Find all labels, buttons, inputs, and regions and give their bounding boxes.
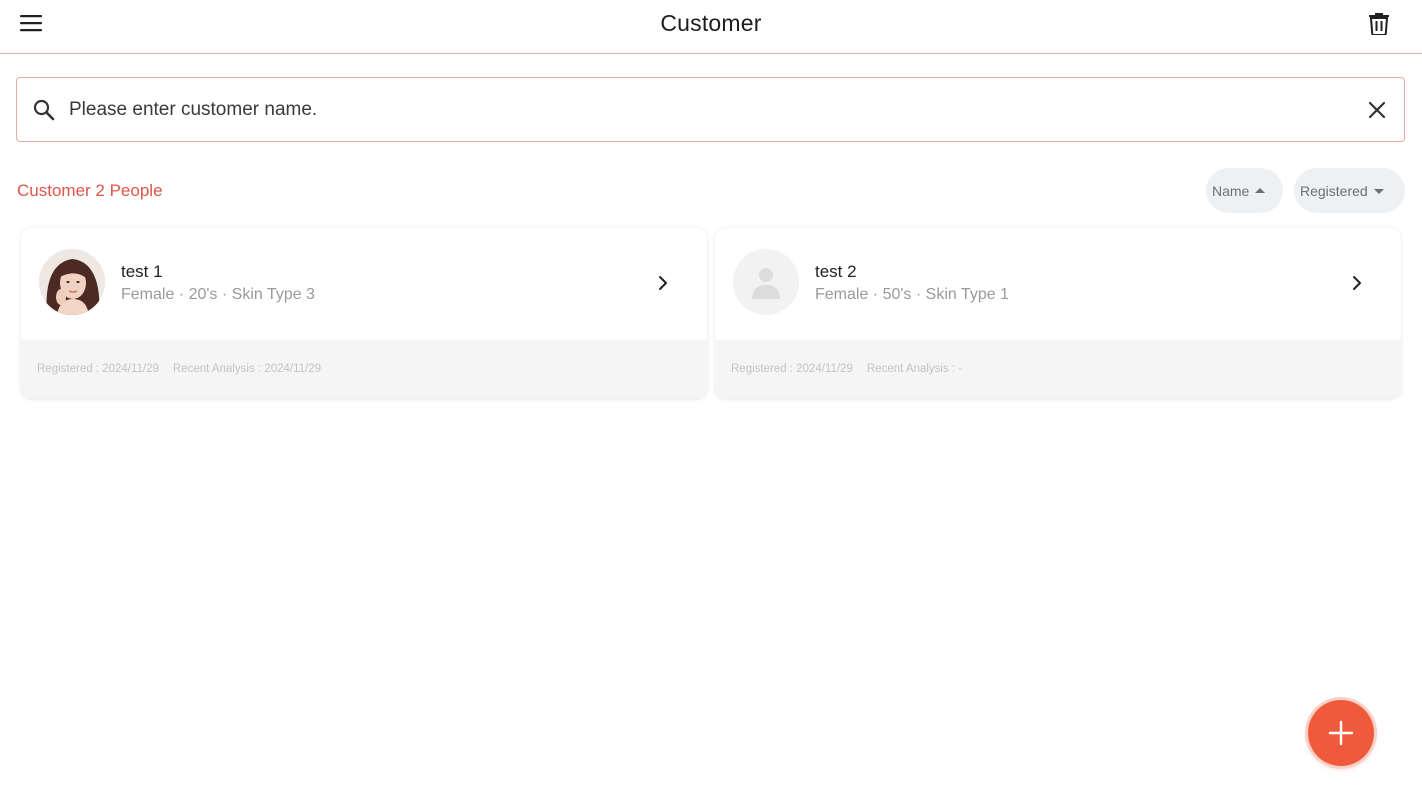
recent-analysis-date: Recent Analysis : 2024/11/29 <box>172 363 322 375</box>
customer-count: Customer 2 People <box>17 181 163 200</box>
customer-avatar-photo <box>39 249 105 315</box>
close-icon <box>1368 101 1386 119</box>
plus-icon <box>1328 720 1354 746</box>
clear-search-button[interactable] <box>1364 97 1390 123</box>
delete-button[interactable] <box>1364 8 1394 38</box>
customer-screen: Customer Customer 2 People Name <box>0 0 1422 800</box>
caret-up-icon <box>1255 187 1266 193</box>
search-bar <box>16 77 1405 142</box>
chevron-right-icon <box>1347 272 1367 294</box>
caret-down-icon <box>1373 188 1384 194</box>
page-title: Customer <box>660 10 762 36</box>
customer-meta: Female · 50's · Skin Type 1 <box>815 286 1009 303</box>
search-icon <box>33 99 55 121</box>
app-header: Customer <box>0 0 1422 54</box>
customer-card[interactable]: test 2 Female · 50's · Skin Type 1 Regis… <box>715 228 1401 398</box>
registered-date: Registered : 2024/11/29 <box>731 363 853 375</box>
trash-icon <box>1369 13 1389 35</box>
customer-card-footer: Registered : 2024/11/29 Recent Analysis … <box>21 340 707 398</box>
sort-name-label: Name <box>1212 182 1250 199</box>
customer-meta: Female · 20's · Skin Type 3 <box>121 286 315 303</box>
customer-name: test 2 <box>815 262 857 281</box>
add-customer-button[interactable] <box>1308 700 1374 766</box>
customer-card[interactable]: test 1 Female · 20's · Skin Type 3 Regis… <box>21 228 707 398</box>
customer-name: test 1 <box>121 262 163 281</box>
sort-registered-label: Registered <box>1300 182 1368 199</box>
sort-by-registered-button[interactable]: Registered <box>1294 168 1405 213</box>
recent-analysis-date: Recent Analysis : - <box>866 363 963 375</box>
registered-date: Registered : 2024/11/29 <box>37 363 159 375</box>
person-placeholder-icon <box>733 249 799 315</box>
chevron-right-icon <box>653 272 673 294</box>
customer-card-footer: Registered : 2024/11/29 Recent Analysis … <box>715 340 1401 398</box>
sort-by-name-button[interactable]: Name <box>1206 168 1283 213</box>
search-input[interactable] <box>69 92 1339 128</box>
